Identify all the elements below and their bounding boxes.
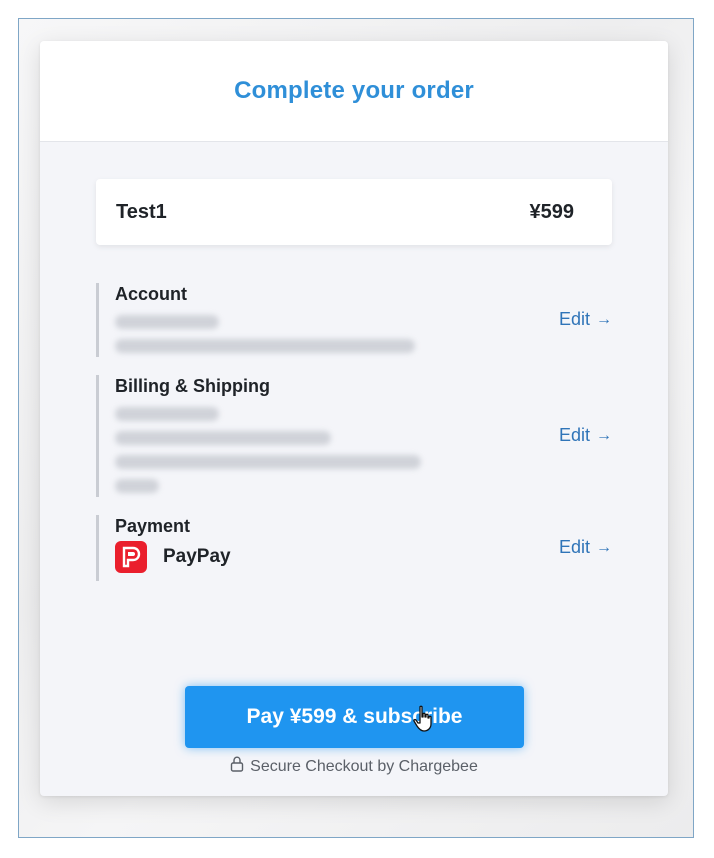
order-item: Test1 ¥599 (96, 179, 612, 245)
browser-frame: Complete your order Test1 ¥599 Account E… (18, 18, 694, 838)
billing-section: Billing & Shipping Edit → (96, 375, 612, 497)
billing-address-line2-redacted (115, 455, 421, 469)
checkout-card: Complete your order Test1 ¥599 Account E… (40, 41, 668, 796)
billing-address-line1-redacted (115, 431, 331, 445)
payment-method: PayPay (115, 541, 612, 573)
payment-edit-label: Edit (558, 537, 590, 557)
billing-edit-link[interactable]: Edit → (559, 425, 612, 446)
lock-icon (230, 756, 244, 777)
account-edit-link[interactable]: Edit → (559, 309, 612, 330)
account-section: Account Edit → (96, 283, 612, 357)
pay-subscribe-button[interactable]: Pay ¥599 & subscribe (185, 686, 524, 748)
arrow-right-icon: → (596, 538, 612, 556)
secure-checkout-note: Secure Checkout by Chargebee (40, 756, 668, 777)
billing-name-redacted (115, 407, 219, 421)
billing-country-redacted (115, 479, 159, 493)
hand-pointer-icon (412, 705, 436, 733)
account-title: Account (115, 284, 187, 304)
account-name-redacted (115, 315, 219, 329)
payment-title: Payment (115, 516, 191, 536)
item-name: Test1 (116, 200, 167, 223)
payment-section: Payment PayPay Edit → (96, 515, 612, 581)
secure-checkout-text: Secure Checkout by Chargebee (250, 757, 478, 775)
arrow-right-icon: → (596, 426, 612, 444)
arrow-right-icon: → (596, 310, 612, 328)
page-title: Complete your order (234, 77, 474, 104)
paypay-logo-icon (115, 541, 147, 573)
item-price: ¥599 (529, 200, 575, 223)
billing-edit-label: Edit (558, 425, 590, 445)
payment-edit-link[interactable]: Edit → (559, 537, 612, 558)
checkout-header: Complete your order (40, 41, 668, 142)
payment-method-label: PayPay (163, 546, 231, 567)
account-edit-label: Edit (558, 309, 590, 329)
billing-title: Billing & Shipping (115, 376, 270, 396)
account-email-redacted (115, 339, 415, 353)
